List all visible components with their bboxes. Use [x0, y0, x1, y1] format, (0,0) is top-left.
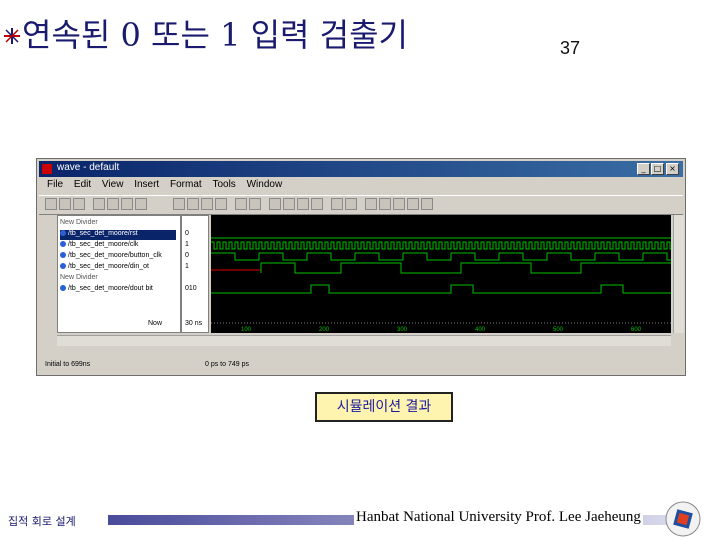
signal-rst[interactable]: /tb_sec_det_moore/rst: [60, 230, 176, 240]
maximize-button[interactable]: □: [651, 163, 664, 175]
stop-icon[interactable]: [421, 198, 433, 210]
value-rst: 0: [185, 230, 189, 237]
window-titlebar: wave - default _ □ ×: [39, 161, 683, 177]
signal-icon: [60, 285, 66, 292]
wave-din: [260, 262, 671, 274]
signal-icon: [60, 241, 66, 248]
menu-window[interactable]: Window: [247, 179, 283, 190]
window-title: wave - default: [57, 162, 120, 173]
menu-view[interactable]: View: [102, 179, 124, 190]
tick-label: 100: [241, 327, 252, 333]
open-icon[interactable]: [45, 198, 57, 210]
toolbar: [39, 195, 683, 215]
page-number: 37: [560, 38, 581, 58]
now-value: 30 ns: [185, 320, 203, 327]
menu-insert[interactable]: Insert: [134, 179, 159, 190]
cursor-add-icon[interactable]: [331, 198, 343, 210]
divider-row: New Divider: [60, 219, 98, 226]
slide-title: 연속된 0 또는 1 입력 검출기: [22, 16, 408, 54]
run-icon[interactable]: [407, 198, 419, 210]
delete-signal-icon[interactable]: [187, 198, 199, 210]
signal-icon: [60, 252, 66, 259]
status-left: Initial to 699ns: [45, 361, 91, 368]
up-icon[interactable]: [201, 198, 213, 210]
zoom-out-icon[interactable]: [283, 198, 295, 210]
menu-tools[interactable]: Tools: [212, 179, 235, 190]
edge-next-icon[interactable]: [379, 198, 391, 210]
cut-icon[interactable]: [93, 198, 105, 210]
tick-label: 300: [397, 327, 408, 333]
menu-format[interactable]: Format: [170, 179, 202, 190]
signal-list: New Divider /tb_sec_det_moore/rst /tb_se…: [57, 215, 181, 333]
down-icon[interactable]: [215, 198, 227, 210]
tick-label: 400: [475, 327, 486, 333]
zoom-cursor-icon[interactable]: [311, 198, 323, 210]
paste-icon[interactable]: [121, 198, 133, 210]
tick-label: 200: [319, 327, 330, 333]
menu-bar: File Edit View Insert Format Tools Windo…: [39, 179, 683, 193]
signal-dout[interactable]: /tb_sec_det_moore/dout bit: [60, 285, 153, 295]
app-icon: [42, 164, 52, 174]
close-button[interactable]: ×: [666, 163, 679, 175]
value-clk: 1: [185, 241, 189, 248]
tick-label: 500: [553, 327, 564, 333]
copy-icon[interactable]: [107, 198, 119, 210]
divider-row: New Divider: [60, 274, 98, 281]
value-dout: 010: [185, 285, 197, 292]
select-icon[interactable]: [235, 198, 247, 210]
status-mid: 0 ps to 749 ps: [205, 361, 249, 368]
bullet-star-icon: [4, 28, 20, 44]
value-list: 0 1 0 1 010 30 ns: [181, 215, 209, 333]
print-icon[interactable]: [73, 198, 85, 210]
signal-din[interactable]: /tb_sec_det_moore/din_ot: [60, 263, 149, 273]
zoom-full-icon[interactable]: [297, 198, 309, 210]
wave-dout: [211, 284, 671, 294]
signal-clk[interactable]: /tb_sec_det_moore/clk: [60, 241, 138, 251]
value-din: 1: [185, 263, 189, 270]
status-bar: Initial to 699ns 0 ps to 749 ps: [39, 359, 683, 373]
save-icon[interactable]: [59, 198, 71, 210]
find-icon[interactable]: [135, 198, 147, 210]
caption-box: 시뮬레이션 결과: [315, 392, 453, 422]
edge-find-icon[interactable]: [393, 198, 405, 210]
cursor-delete-icon[interactable]: [345, 198, 357, 210]
footer-course: 집적 회로 설계: [8, 515, 76, 528]
vertical-scrollbar[interactable]: [673, 215, 684, 333]
zoom-in-icon[interactable]: [269, 198, 281, 210]
zoom-area-icon[interactable]: [249, 198, 261, 210]
waveform-panel[interactable]: 100 200 300 400 500 600: [211, 215, 671, 333]
minimize-button[interactable]: _: [637, 163, 650, 175]
value-button-clk: 0: [185, 252, 189, 259]
edge-prev-icon[interactable]: [365, 198, 377, 210]
university-logo-icon: [665, 501, 701, 537]
menu-file[interactable]: File: [47, 179, 63, 190]
menu-edit[interactable]: Edit: [74, 179, 91, 190]
wave-button-clk: [211, 252, 671, 261]
horizontal-scrollbar[interactable]: [57, 335, 671, 346]
now-label: Now: [148, 320, 163, 327]
wave-clk: [211, 241, 671, 250]
signal-icon: [60, 230, 66, 237]
wave-window: wave - default _ □ × File Edit View Inse…: [36, 158, 686, 376]
signal-icon: [60, 263, 66, 270]
tick-label: 600: [631, 327, 642, 333]
insert-signal-icon[interactable]: [173, 198, 185, 210]
footer-credit: Hanbat National University Prof. Lee Jae…: [354, 509, 643, 526]
signal-button-clk[interactable]: /tb_sec_det_moore/button_clk: [60, 252, 162, 262]
